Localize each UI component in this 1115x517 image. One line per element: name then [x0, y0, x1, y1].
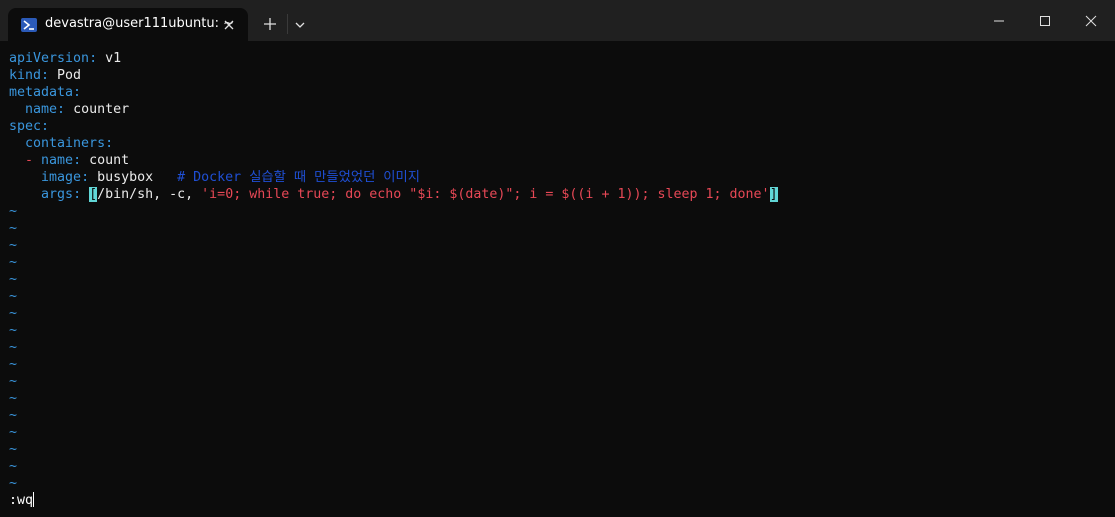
close-button[interactable]: [1068, 0, 1114, 41]
close-icon: [1085, 15, 1097, 27]
editor-line: kind: Pod: [9, 67, 81, 84]
yaml-key: name: [25, 102, 58, 117]
tilde-line: ~: [9, 289, 18, 304]
tilde-line: ~: [9, 221, 18, 236]
yaml-value: counter: [73, 102, 130, 117]
minimize-button[interactable]: [976, 0, 1022, 41]
tilde-line: ~: [9, 340, 18, 355]
vim-command-line[interactable]: :wq: [9, 492, 35, 509]
terminal-tab[interactable]: devastra@user111ubuntu: ~: [8, 8, 248, 41]
yaml-key: image: [41, 170, 82, 185]
matched-bracket-open: [: [89, 187, 98, 202]
yaml-key: containers: [25, 136, 106, 151]
editor-line: apiVersion: v1: [9, 50, 121, 67]
yaml-comment: # Docker 실습할 때 만들었었던 이미지: [153, 170, 421, 185]
vim-command: :wq: [9, 493, 34, 508]
tilde-line: ~: [9, 476, 18, 491]
editor-line: name: counter: [9, 101, 129, 118]
editor-line: args: [/bin/sh, -c, 'i=0; while true; do…: [9, 186, 778, 203]
yaml-sep: :: [73, 153, 90, 168]
editor-line: image: busybox # Docker 실습할 때 만들었었던 이미지: [9, 169, 420, 186]
editor-line: - name: count: [9, 152, 129, 169]
yaml-value: count: [89, 153, 130, 168]
tilde-line: ~: [9, 408, 18, 423]
yaml-dash: -: [25, 153, 42, 168]
yaml-key: metadata: [9, 85, 74, 100]
yaml-sep: :: [41, 119, 50, 134]
tab-separator: [287, 14, 288, 34]
maximize-button[interactable]: [1022, 0, 1068, 41]
yaml-key: name: [41, 153, 74, 168]
yaml-value: v1: [105, 51, 122, 66]
yaml-sep: :: [81, 170, 98, 185]
title-bar: devastra@user111ubuntu: ~: [0, 0, 1115, 41]
tilde-line: ~: [9, 442, 18, 457]
terminal-content[interactable]: apiVersion: v1 kind: Pod metadata: name:…: [0, 41, 1115, 517]
tilde-line: ~: [9, 391, 18, 406]
yaml-value: /bin/sh, -c,: [97, 187, 202, 202]
yaml-sep: :: [57, 102, 74, 117]
powershell-icon: [21, 17, 37, 32]
editor-line: containers:: [9, 135, 113, 152]
yaml-string: 'i=0; while true; do echo "$i: $(date)";…: [201, 187, 770, 202]
yaml-key: kind: [9, 68, 42, 83]
text-cursor: [33, 492, 35, 507]
minimize-icon: [994, 20, 1004, 22]
yaml-key: spec: [9, 119, 42, 134]
tilde-line: ~: [9, 357, 18, 372]
yaml-sep: :: [105, 136, 114, 151]
yaml-key: apiVersion: [9, 51, 90, 66]
tilde-line: ~: [9, 255, 18, 270]
editor-line: spec:: [9, 118, 49, 135]
yaml-sep: :: [73, 85, 82, 100]
matched-bracket-close: ]: [769, 187, 778, 202]
yaml-sep: :: [73, 187, 90, 202]
tilde-line: ~: [9, 272, 18, 287]
chevron-down-icon[interactable]: [292, 17, 308, 31]
tilde-line: ~: [9, 204, 18, 219]
tilde-line: ~: [9, 306, 18, 321]
tilde-line: ~: [9, 374, 18, 389]
maximize-icon: [1040, 16, 1050, 26]
tilde-line: ~: [9, 459, 18, 474]
yaml-sep: :: [89, 51, 106, 66]
close-tab-icon[interactable]: [222, 17, 236, 31]
yaml-key: args: [41, 187, 74, 202]
yaml-sep: :: [41, 68, 58, 83]
plus-icon[interactable]: [260, 14, 280, 34]
tab-title: devastra@user111ubuntu: ~: [45, 16, 234, 31]
yaml-value: Pod: [57, 68, 82, 83]
tilde-line: ~: [9, 238, 18, 253]
terminal-window: devastra@user111ubuntu: ~ apiVersion: v1…: [0, 0, 1115, 517]
editor-line: metadata:: [9, 84, 81, 101]
yaml-value: busybox: [97, 170, 154, 185]
tilde-line: ~: [9, 323, 18, 338]
tilde-line: ~: [9, 425, 18, 440]
